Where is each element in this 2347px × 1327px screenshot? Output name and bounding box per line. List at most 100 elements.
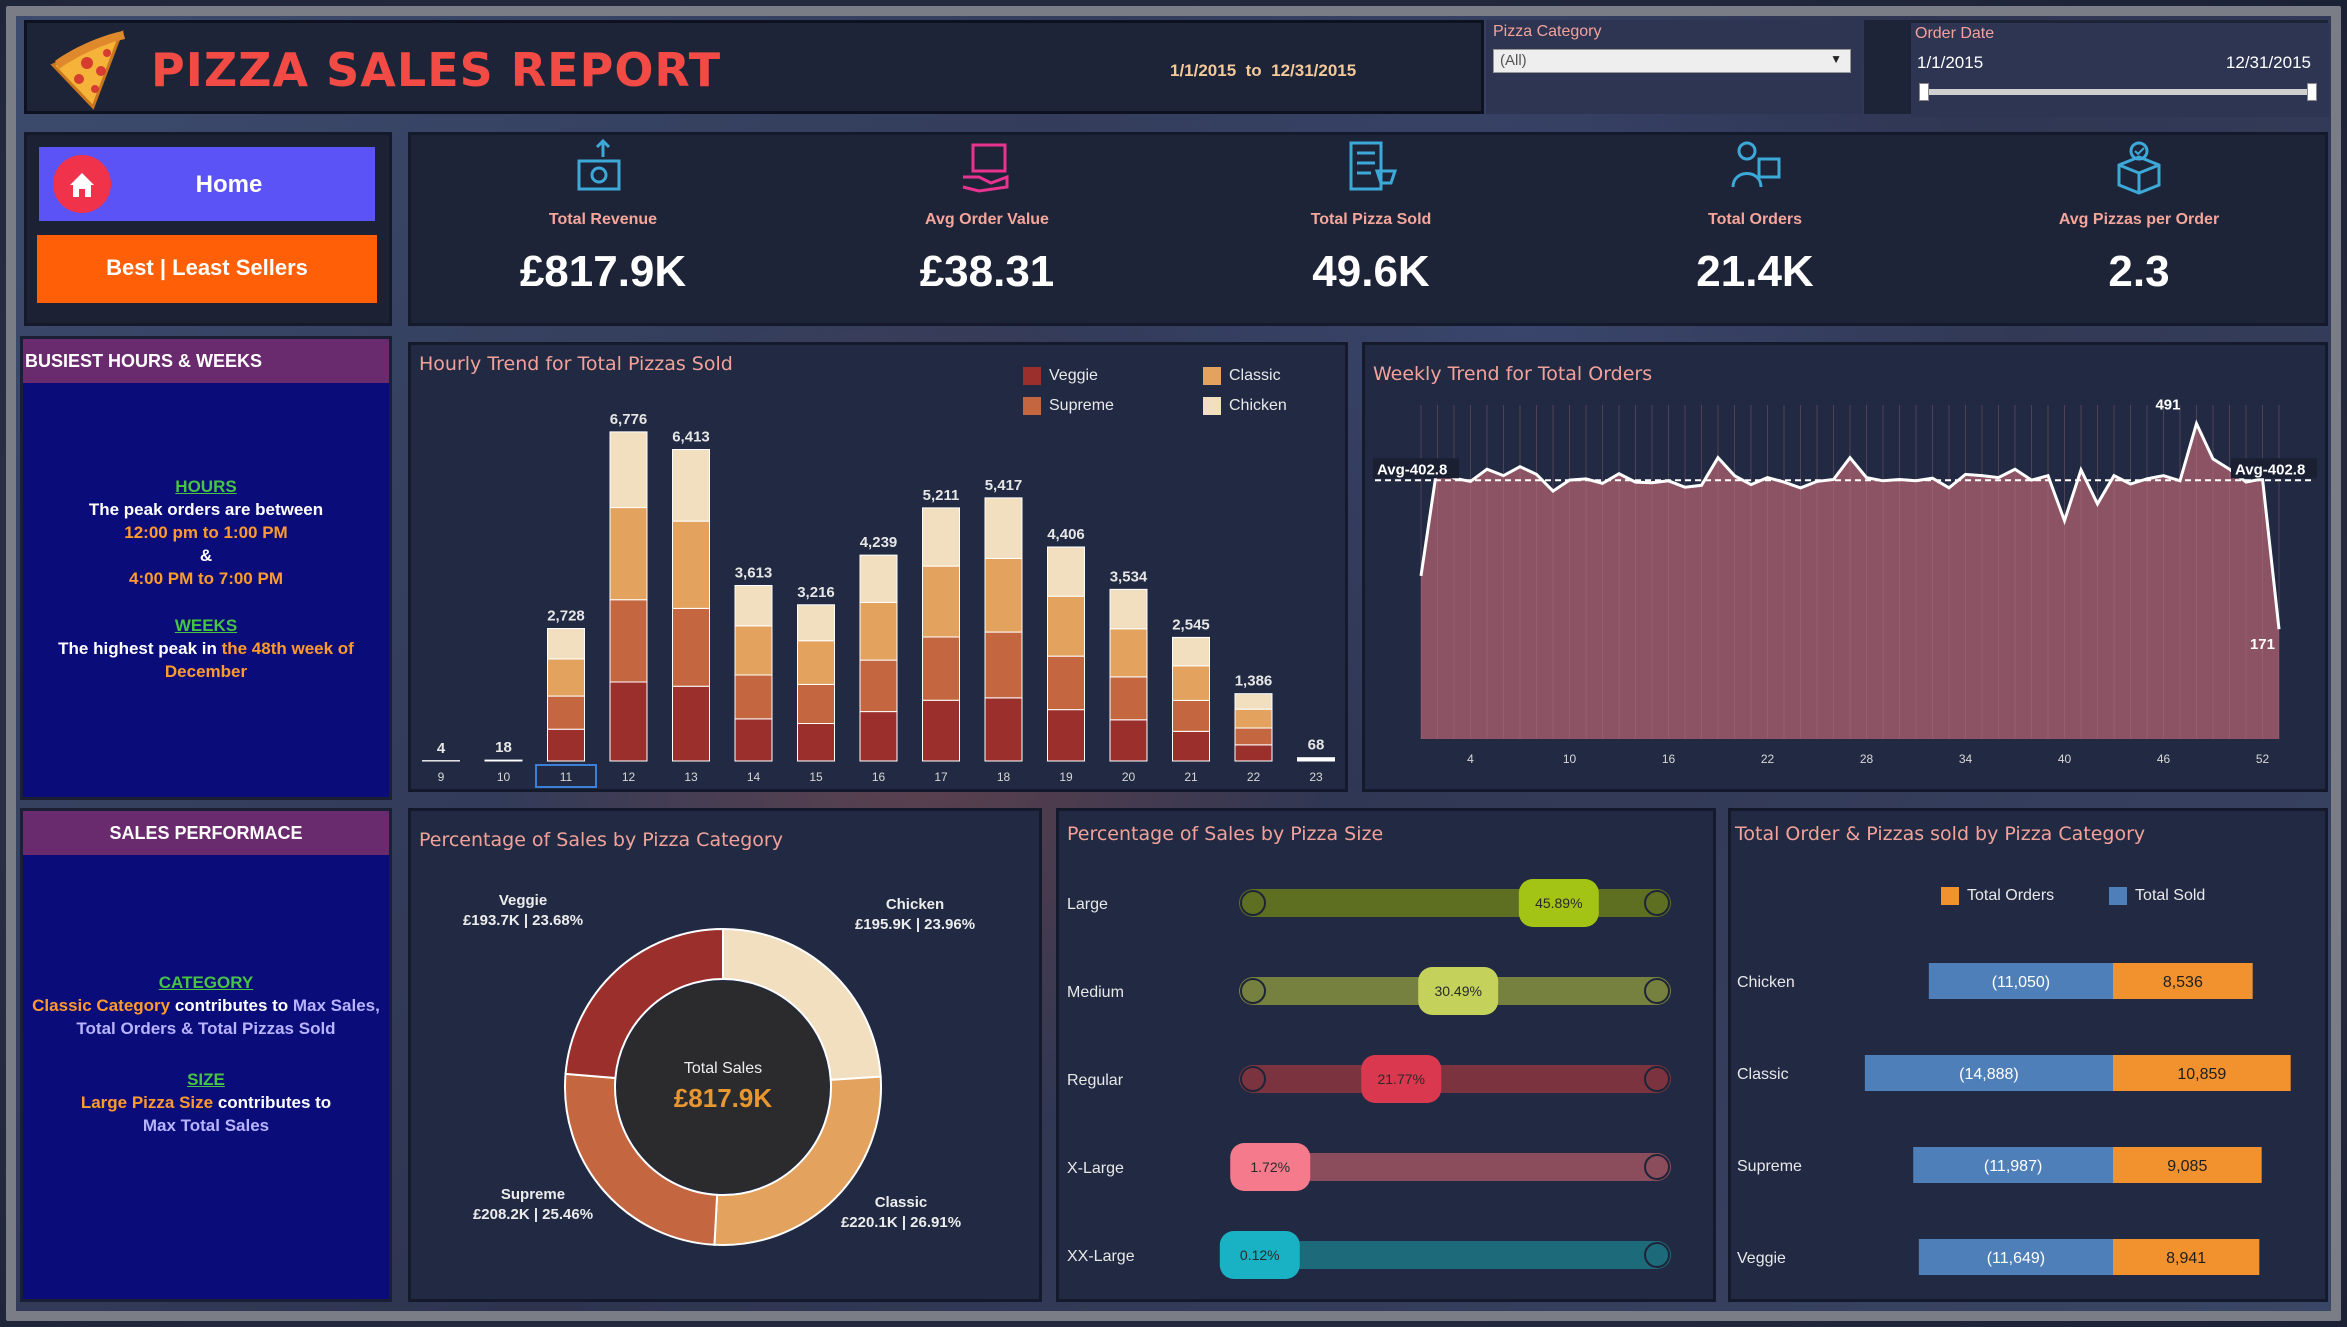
- bar-value-label: 5,417: [985, 477, 1023, 494]
- date-slider-track[interactable]: [1923, 89, 2313, 95]
- x-tick-label: 34: [1959, 752, 1973, 766]
- sales-performance-panel: SALES PERFORMACE CATEGORY Classic Catego…: [20, 808, 392, 1302]
- weeks-heading: WEEKS: [174, 616, 238, 635]
- category-row-label: Supreme: [1737, 1158, 1802, 1175]
- x-tick-label: 16: [1662, 752, 1676, 766]
- size-track: [1239, 1241, 1671, 1269]
- best-least-sellers-label: Best | Least Sellers: [106, 255, 308, 280]
- bar-segment-classic: [797, 640, 835, 685]
- category-text-d: Total Orders & Total Pizzas Sold: [76, 1019, 336, 1038]
- peak-annotation: 171: [2250, 636, 2275, 653]
- category-row-label: Classic: [1737, 1066, 1789, 1083]
- size-chart: Large 45.89% Medium 30.49% Regular 21.77% X-La…: [1067, 879, 1671, 1279]
- bar-value-label: 3,216: [797, 584, 835, 601]
- hours-line-4: 4:00 PM to 7:00 PM: [129, 569, 283, 588]
- total-orders-label: (14,888): [1959, 1066, 2019, 1083]
- size-track: [1239, 889, 1671, 917]
- orders-sold-panel: Total Order & Pizzas sold by Pizza Categ…: [1728, 808, 2328, 1302]
- hours-heading: HOURS: [175, 477, 237, 496]
- date-slider-start-handle[interactable]: [1919, 83, 1929, 101]
- kpi-label: Total Pizza Sold: [1310, 211, 1432, 228]
- x-tick-label: 20: [1122, 770, 1136, 784]
- kpi-panel: Total Revenue £817.9K Avg Order Value £3…: [408, 132, 2328, 326]
- home-button[interactable]: Home: [39, 147, 375, 221]
- total-sold-label: 8,941: [2166, 1250, 2206, 1267]
- track-end-dot: [1644, 1242, 1670, 1268]
- x-tick-label: 14: [747, 770, 761, 784]
- bar-segment-veggie: [922, 699, 960, 762]
- x-tick-label: 52: [2256, 752, 2270, 766]
- size-row-label: Medium: [1067, 984, 1124, 1001]
- category-filter: Pizza Category (All) ▼: [1486, 20, 1862, 114]
- bar-value-label: 2,545: [1172, 616, 1210, 633]
- best-least-sellers-button[interactable]: Best | Least Sellers: [37, 235, 377, 303]
- track-start-dot: [1240, 1066, 1266, 1092]
- size-row-label: Regular: [1067, 1072, 1124, 1089]
- kpi-avg-order-value: Avg Order Value £38.31: [795, 135, 1179, 325]
- bar-segment-supreme: [734, 674, 773, 720]
- chevron-down-icon: ▼: [1830, 52, 1842, 66]
- bar-segment-chicken: [672, 449, 710, 522]
- order-date-start: 1/1/2015: [1917, 53, 1984, 72]
- sales-performance-title: SALES PERFORMACE: [23, 811, 389, 855]
- bar-value-label: 5,211: [923, 487, 960, 504]
- category-filter-label: Pizza Category: [1493, 23, 1602, 40]
- total-orders-label: (11,649): [1987, 1250, 2045, 1267]
- bar-segment-chicken: [1172, 636, 1210, 667]
- bar-segment-supreme: [1234, 727, 1273, 746]
- bar-segment-veggie: [1234, 744, 1273, 762]
- track-end-dot: [1644, 978, 1670, 1004]
- bar-segment-classic: [1047, 595, 1085, 657]
- kpi-label: Avg Order Value: [925, 211, 1049, 228]
- kpi-label: Avg Pizzas per Order: [2058, 211, 2220, 228]
- size-text-b: contributes to: [213, 1093, 332, 1112]
- bar-value-label: 3,534: [1110, 568, 1148, 585]
- kpi-total-orders: Total Orders 21.4K: [1563, 135, 1947, 325]
- weekly-trend-panel: Weekly Trend for Total Orders Avg-402.8 A…: [1362, 342, 2328, 792]
- category-heading: CATEGORY: [158, 973, 254, 992]
- size-row-label: XX-Large: [1067, 1248, 1135, 1265]
- hourly-trend-panel: Hourly Trend for Total Pizzas Sold Veggi…: [408, 342, 1348, 792]
- bar-segment-classic: [1234, 708, 1273, 729]
- bar-segment-supreme: [609, 599, 648, 683]
- x-tick-label: 10: [497, 770, 511, 784]
- category-select[interactable]: (All) ▼: [1493, 49, 1851, 73]
- size-value-label: 30.49%: [1434, 983, 1481, 999]
- bar-segment-classic: [609, 507, 648, 601]
- slice-name-label: Chicken: [886, 896, 944, 913]
- bar-segment-chicken: [1234, 693, 1273, 710]
- nav-panel: Home Best | Least Sellers: [24, 132, 392, 326]
- date-slider-end-handle[interactable]: [2307, 83, 2317, 101]
- x-tick-label: 10: [1563, 752, 1577, 766]
- bar-segment-veggie: [734, 718, 773, 762]
- bar-segment-supreme: [984, 631, 1023, 699]
- bar-segment-chicken: [547, 627, 585, 660]
- size-value-label: 21.77%: [1377, 1071, 1424, 1087]
- bar-value-label: 4: [437, 740, 446, 757]
- kpi-label: Total Orders: [1708, 211, 1802, 228]
- x-tick-label: 22: [1761, 752, 1775, 766]
- x-tick-label: 11: [560, 770, 573, 784]
- order-date-label: Order Date: [1915, 25, 1995, 42]
- home-icon: [53, 155, 111, 213]
- donut-center-label: Total Sales: [684, 1060, 762, 1077]
- slice-value-label: £195.9K | 23.96%: [855, 916, 975, 933]
- kpi-total-pizza-sold: Total Pizza Sold 49.6K: [1179, 135, 1563, 325]
- bar-segment-supreme: [1172, 699, 1210, 732]
- hours-line-2: 12:00 pm to 1:00 PM: [124, 523, 288, 542]
- avg-label-right: Avg-402.8: [2235, 461, 2305, 478]
- bar-segment-classic: [547, 658, 585, 697]
- slice-value-label: £208.2K | 25.46%: [473, 1206, 593, 1223]
- bar-segment-classic: [922, 565, 960, 638]
- x-tick-label: 9: [438, 770, 445, 784]
- slice-name-label: Supreme: [501, 1186, 565, 1203]
- package-check-icon: [2117, 141, 2161, 195]
- hours-line-3: &: [199, 546, 213, 565]
- bar-segment-classic: [734, 625, 773, 676]
- category-text-a: Classic Category: [32, 996, 171, 1015]
- track-end-dot: [1644, 1154, 1670, 1180]
- x-tick-label: 46: [2157, 752, 2171, 766]
- x-tick-label: 28: [1860, 752, 1874, 766]
- avg-label-left: Avg-402.8: [1377, 461, 1447, 478]
- home-label: Home: [195, 171, 263, 198]
